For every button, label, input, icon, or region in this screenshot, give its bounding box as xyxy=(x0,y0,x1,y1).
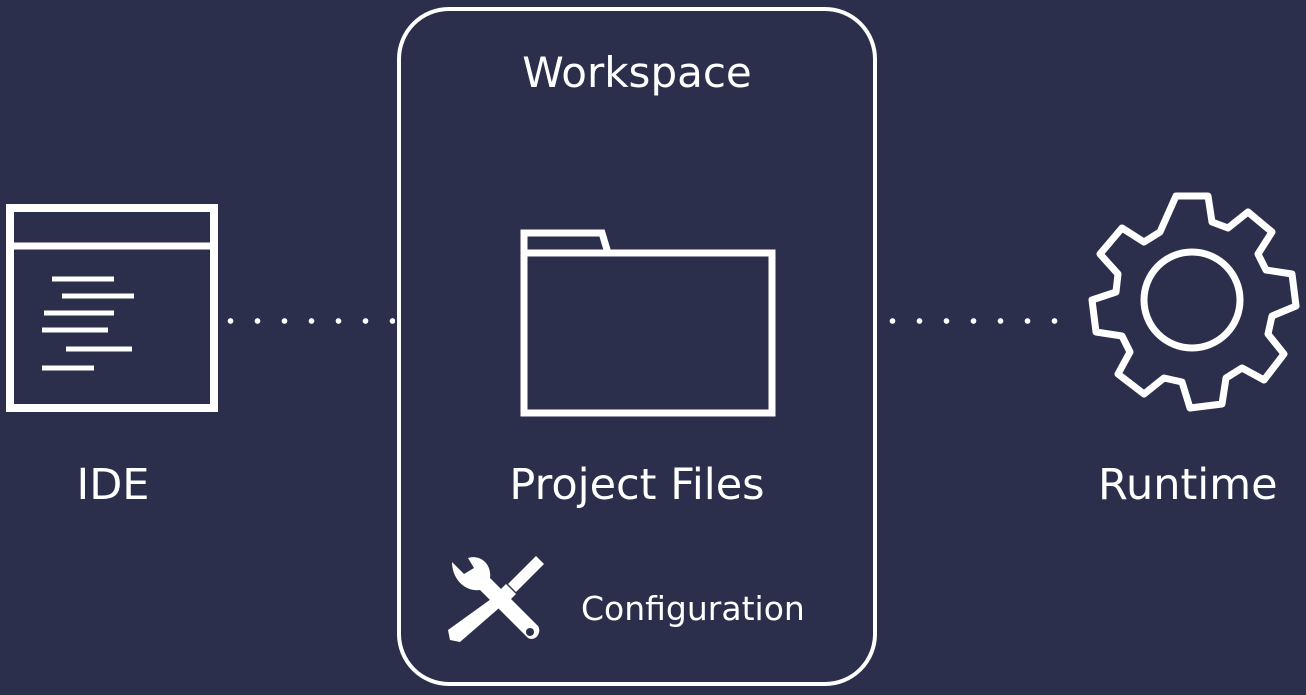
code-editor-window-icon xyxy=(6,204,218,412)
gear-icon xyxy=(1088,192,1300,412)
project-files-label: Project Files xyxy=(509,460,765,510)
connector-ide-workspace xyxy=(217,318,395,324)
runtime-label: Runtime xyxy=(1098,460,1278,510)
folder-icon xyxy=(520,229,776,417)
wrench-screwdriver-icon xyxy=(448,556,544,642)
connector-workspace-runtime xyxy=(879,318,1069,324)
workspace-title: Workspace xyxy=(522,48,752,97)
ide-label: IDE xyxy=(76,460,150,510)
configuration-label: Configuration xyxy=(581,589,805,628)
